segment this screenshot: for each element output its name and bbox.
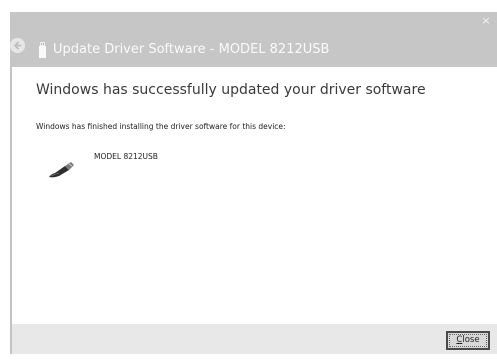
success-heading: Windows has successfully updated your dr… xyxy=(36,82,426,98)
window-close-button[interactable]: × xyxy=(476,13,496,29)
focus-ring xyxy=(449,334,487,347)
install-message: Windows has finished installing the driv… xyxy=(36,122,286,131)
title-bar: × xyxy=(10,12,497,67)
window-title: Update Driver Software - MODEL 8212USB xyxy=(53,42,330,57)
back-button[interactable] xyxy=(10,38,25,53)
back-arrow-icon xyxy=(10,38,25,53)
device-name: MODEL 8212USB xyxy=(94,152,158,161)
usb-device-icon xyxy=(39,42,46,59)
usb-cable-icon xyxy=(47,160,75,180)
close-button[interactable]: Close xyxy=(446,331,490,350)
dialog-footer xyxy=(12,324,497,354)
dialog-content xyxy=(12,67,497,324)
